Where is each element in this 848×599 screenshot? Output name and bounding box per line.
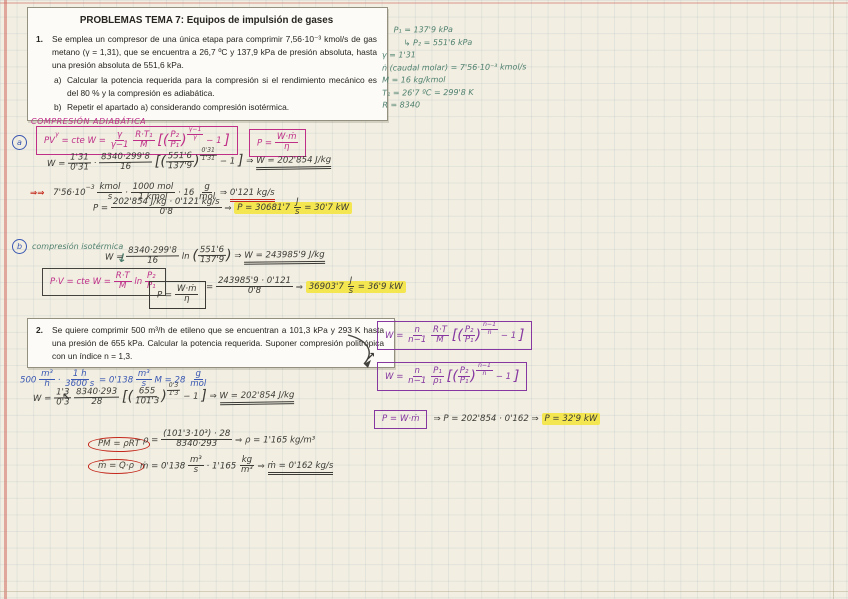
problem1-item-a: a) Calcular la potencia requerida para l…	[54, 74, 377, 100]
isothermal-formula-box: P·V = cte W = R·TM ln P₂P₁	[42, 268, 166, 296]
work-calculation-b: W = 8340·299'816 ln (551'6137'9) ⇒ W = 2…	[105, 245, 325, 267]
page-bottom-edge-line	[0, 591, 848, 592]
page-left-edge-line	[4, 0, 7, 599]
page-right-edge-line	[833, 0, 834, 599]
density-calculation: ρ = (101'3·10³) · 288340·293 ⇒ ρ = 1'165…	[143, 430, 315, 450]
red-double-arrow-icon: ⇒⇒	[30, 188, 44, 198]
problem1-statement: 1. Se emplea un compresor de una única e…	[36, 33, 377, 71]
problem2-statement-text: Se quiere comprimir 500 m³/h de etileno …	[52, 324, 384, 362]
power-calculation-b: = 243985'9 · 0'1210'8 ⇒ 36903'7 Js = 36'…	[206, 277, 406, 297]
item-b-text: Repetir el apartado a) considerando comp…	[67, 101, 289, 114]
up-right-arrow-icon: ↗	[366, 350, 375, 364]
page-top-edge-line	[0, 2, 848, 4]
problem1-item-b: b) Repetir el apartado a) considerando c…	[54, 101, 377, 114]
problem2-statement-box: 2. Se quiere comprimir 500 m³/h de etile…	[27, 318, 395, 368]
item-a-text: Calcular la potencia requerida para la c…	[67, 74, 377, 100]
mass-flow-rule-circled: ṁ = Q·ρ	[88, 459, 144, 474]
mass-flow-calculation-2: ṁ = 0'138 m³s · 1'165 kgm³ ⇒ ṁ = 0'162 k…	[140, 456, 333, 476]
problem2-number: 2.	[36, 324, 52, 362]
item-b-label: b)	[54, 101, 67, 114]
power-calculation-a: P = 202'854 J/kg · 0'121 kg/s0'8 ⇒ P = 3…	[93, 198, 352, 218]
ideal-gas-rule-circled: PM = ρRT	[88, 437, 150, 452]
notebook-page: PROBLEMAS TEMA 7: Equipos de impulsión d…	[0, 0, 848, 599]
problem2-statement: 2. Se quiere comprimir 500 m³/h de etile…	[36, 324, 384, 362]
work-calculation-a: W = 1'310'31 · 8340·299'816 [(551'6137'9…	[47, 149, 331, 174]
part-b-marker: b	[12, 239, 27, 254]
problem1-statement-text: Se emplea un compresor de una única etap…	[52, 33, 377, 71]
power-formula-box-b: P = W·ṁη	[149, 281, 206, 309]
polytropic-formula-box-2: W = nn−1 P₁ρ₁ [(P₂P₁)n−1n − 1 ]	[377, 362, 527, 391]
power-formula-box-2: P = W·ṁ	[374, 410, 427, 429]
given-data-line: T₁ = 26'7 ºC = 299'8 K	[382, 87, 527, 98]
given-data-line: R = 8340	[382, 99, 527, 110]
work-calculation-2: W = 1'30'3 8340·29328 [(655101'3)0'31'3 …	[33, 384, 295, 408]
given-data-line: ↳ P₂ = 551'6 kPa	[404, 37, 527, 48]
problem1-number: 1.	[36, 33, 52, 71]
page-title: PROBLEMAS TEMA 7: Equipos de impulsión d…	[36, 15, 377, 26]
given-data-line: P₁ = 137'9 kPa	[394, 24, 527, 35]
power-calculation-2: ⇒ P = 202'854 · 0'162 ⇒ P = 32'9 kW	[433, 414, 600, 425]
polytropic-formula-box-1: W = nn−1 R·TM [(P₂P₁)n−1n − 1 ]	[377, 321, 532, 350]
given-data-line: M = 16 kg/kmol	[382, 74, 527, 85]
given-data-line: γ = 1'31	[382, 49, 527, 60]
part-a-marker: a	[12, 135, 27, 150]
problem1-statement-box: PROBLEMAS TEMA 7: Equipos de impulsión d…	[27, 7, 388, 121]
final-power-row: P = W·ṁ ⇒ P = 202'854 · 0'162 ⇒ P = 32'9…	[374, 410, 600, 429]
item-a-label: a)	[54, 74, 67, 100]
given-data-line: ṅ (caudal molar) = 7'56·10⁻³ kmol/s	[382, 62, 527, 73]
given-data-list: P₁ = 137'9 kPa ↳ P₂ = 551'6 kPa γ = 1'31…	[382, 24, 527, 113]
